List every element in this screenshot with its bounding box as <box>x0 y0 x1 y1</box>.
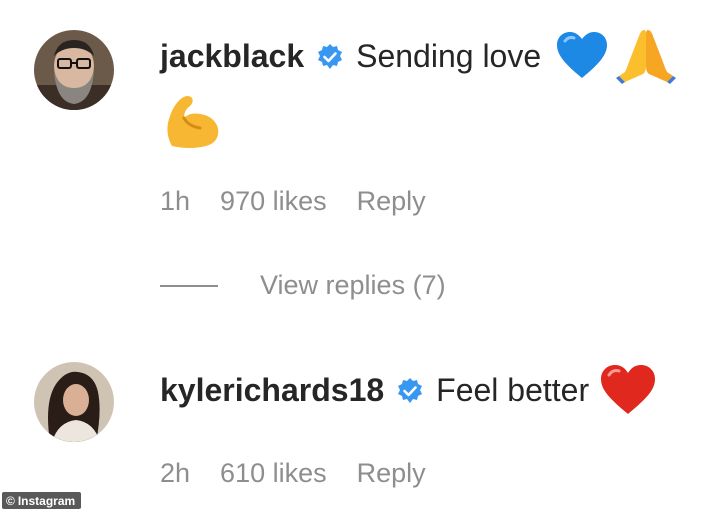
folded-hands-icon <box>615 28 677 84</box>
blue-heart-icon <box>555 31 609 81</box>
verified-badge-icon <box>316 42 344 70</box>
replies-divider <box>160 284 218 287</box>
copyright-icon: © <box>6 493 15 508</box>
view-replies-label: View replies (7) <box>260 270 446 300</box>
reply-button[interactable]: Reply <box>357 186 426 217</box>
verified-badge-icon <box>396 376 424 404</box>
username[interactable]: kylerichards18 <box>160 372 384 409</box>
red-heart-icon <box>599 364 657 416</box>
watermark-text: Instagram <box>17 493 76 508</box>
comment-time: 2h <box>160 458 191 488</box>
avatar-jackblack[interactable] <box>34 30 114 110</box>
comment-jackblack: jackblack Sending love 1h 970 likes Repl… <box>0 0 728 300</box>
likes-count[interactable]: 970 likes <box>220 186 327 217</box>
avatar-kylerichards18[interactable] <box>34 362 114 442</box>
reply-button[interactable]: Reply <box>357 458 426 489</box>
comment-meta: 2h 610 likes Reply <box>160 458 456 489</box>
likes-count[interactable]: 610 likes <box>220 458 327 489</box>
instagram-watermark: © Instagram <box>2 492 82 509</box>
comment-meta: 1h 970 likes Reply <box>160 186 456 217</box>
comment-kylerichards18: kylerichards18 Feel better 2h 610 likes … <box>0 340 728 500</box>
view-replies-button[interactable]: View replies (7) <box>160 270 446 301</box>
flexed-biceps-icon <box>162 92 222 150</box>
username[interactable]: jackblack <box>160 38 304 75</box>
comment-line: jackblack Sending love <box>160 30 677 84</box>
comment-time: 1h <box>160 186 191 216</box>
comment-text: Sending love <box>356 37 542 74</box>
comment-line: kylerichards18 Feel better <box>160 365 657 414</box>
comment-text: Feel better <box>436 371 590 408</box>
